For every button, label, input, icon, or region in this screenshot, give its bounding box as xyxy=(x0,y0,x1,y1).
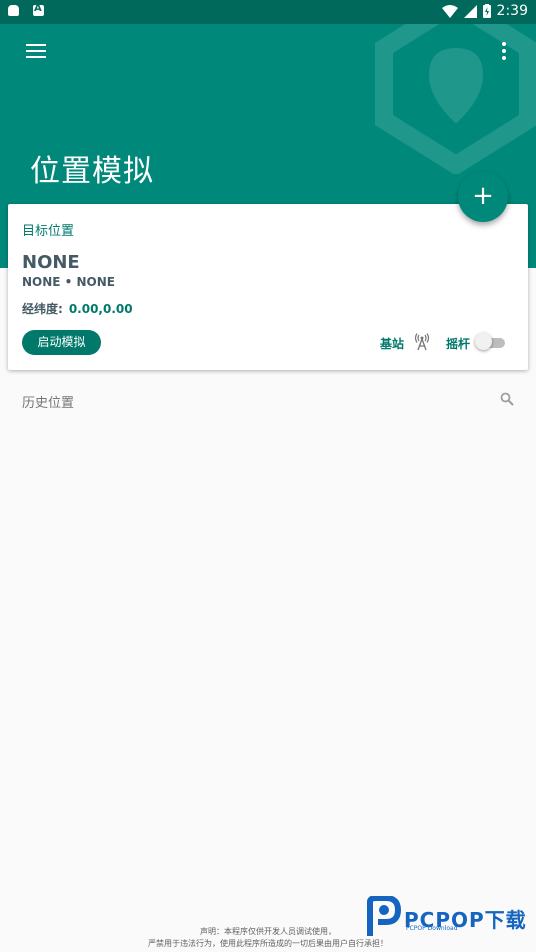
antenna-icon[interactable] xyxy=(414,333,430,351)
history-section-title: 历史位置 xyxy=(22,396,75,411)
page-title: 位置模拟 xyxy=(30,154,154,189)
base-station-label[interactable]: 基站 xyxy=(380,335,404,352)
card-label: 目标位置 xyxy=(22,224,75,239)
coordinates-row: 经纬度: 0.00,0.00 xyxy=(22,300,133,317)
status-time: 2:39 xyxy=(496,3,528,19)
start-simulation-button[interactable]: 启动模拟 xyxy=(22,330,101,355)
watermark: PCPOP下载 PCPOP Download xyxy=(364,896,534,940)
pcpop-logo-icon xyxy=(367,896,402,936)
search-icon[interactable] xyxy=(500,392,514,406)
more-options-icon[interactable] xyxy=(502,42,506,60)
app-notification-icon xyxy=(33,3,44,16)
menu-button[interactable] xyxy=(26,44,46,60)
battery-icon xyxy=(482,4,491,18)
signal-icon xyxy=(463,4,477,18)
coord-label: 经纬度: xyxy=(22,302,63,316)
android-notification-icon xyxy=(8,5,19,16)
joystick-label: 摇杆 xyxy=(446,337,471,351)
wifi-icon xyxy=(441,4,458,18)
target-location-card: 目标位置 NONE NONE • NONE 经纬度: 0.00,0.00 启动模拟… xyxy=(8,204,528,370)
logo-background-icon xyxy=(375,24,536,174)
watermark-subtext: PCPOP Download xyxy=(406,925,458,932)
coord-value: 0.00,0.00 xyxy=(68,302,133,316)
status-bar: 2:39 xyxy=(0,0,536,24)
location-name: NONE xyxy=(22,252,80,273)
joystick-toggle[interactable] xyxy=(475,333,507,350)
location-subtitle: NONE • NONE xyxy=(22,275,115,289)
add-location-button[interactable]: + xyxy=(458,172,508,222)
